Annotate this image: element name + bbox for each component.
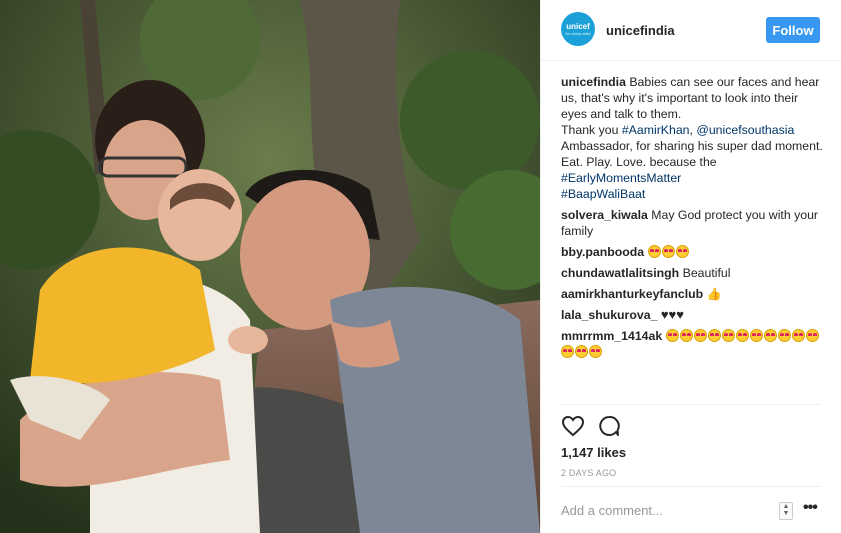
caption-text-2: Thank you xyxy=(561,123,619,137)
caption-username-link[interactable]: unicefindia xyxy=(561,75,626,89)
post-photo[interactable] xyxy=(0,0,540,533)
hashtag-link-aamirkhan[interactable]: #AamirKhan xyxy=(622,123,690,137)
heart-outline-icon[interactable] xyxy=(561,414,585,438)
avatar-logo-subtext: for every child xyxy=(565,31,591,36)
post-timestamp[interactable]: 2 DAYS AGO xyxy=(561,468,616,478)
post-sidebar: unicef for every child unicefindia Follo… xyxy=(540,0,841,533)
comment-username-link[interactable]: mmrrmm_1414ak xyxy=(561,329,662,343)
comment-username-link[interactable]: chundawatlalitsingh xyxy=(561,266,679,280)
header-divider xyxy=(541,60,841,61)
comment-item: mmrrmm_1414ak xyxy=(561,328,823,360)
comment-username-link[interactable]: solvera_kiwala xyxy=(561,208,648,222)
caption: unicefindia Babies can see our faces and… xyxy=(561,74,823,202)
ellipsis-icon[interactable]: ••• xyxy=(803,499,818,517)
comment-username-link[interactable]: bby.panbooda xyxy=(561,245,644,259)
comment-item: chundawatlalitsingh Beautiful xyxy=(561,265,823,281)
photo-family-illustration xyxy=(0,0,540,533)
caption-comma: , xyxy=(689,123,693,137)
hashtag-link-earlymomentsmatter[interactable]: #EarlyMomentsMatter xyxy=(561,171,681,185)
actions-divider xyxy=(561,404,821,405)
heart-eyes-emoji-icon xyxy=(647,245,690,259)
comment-item: aamirkhanturkeyfanclub 👍 xyxy=(561,286,823,302)
comment-text: Beautiful xyxy=(682,266,731,280)
account-name-link[interactable]: unicefindia xyxy=(606,23,675,38)
hashtag-link-baapwalibaat[interactable]: #BaapWaliBaat xyxy=(561,187,645,201)
comment-item: lala_shukurova_ ♥♥♥ xyxy=(561,307,823,323)
speech-bubble-icon[interactable] xyxy=(597,414,621,438)
avatar-logo-text: unicef xyxy=(566,22,590,31)
follow-button[interactable]: Follow xyxy=(766,17,820,43)
comment-username-link[interactable]: aamirkhanturkeyfanclub xyxy=(561,287,703,301)
comment-item: solvera_kiwala May God protect you with … xyxy=(561,207,823,239)
add-comment-input[interactable]: Add a comment... xyxy=(561,503,761,518)
post-header: unicef for every child unicefindia Follo… xyxy=(561,12,821,52)
up-down-arrows-icon[interactable]: ▲ ▼ xyxy=(779,502,793,520)
comments-list: unicefindia Babies can see our faces and… xyxy=(561,74,823,365)
comment-text: ♥♥♥ xyxy=(660,307,684,322)
avatar[interactable]: unicef for every child xyxy=(561,12,595,46)
likes-count[interactable]: 1,147 likes xyxy=(561,445,626,460)
mention-link-unicefsouthasia[interactable]: @unicefsouthasia xyxy=(696,123,794,137)
comment-box-divider xyxy=(561,486,821,487)
comment-username-link[interactable]: lala_shukurova_ xyxy=(561,308,657,322)
comment-item: bby.panbooda xyxy=(561,244,823,260)
caption-text-3: Ambassador, for sharing his super dad mo… xyxy=(561,139,823,169)
thumbs-up-emoji-icon: 👍 xyxy=(706,287,722,301)
